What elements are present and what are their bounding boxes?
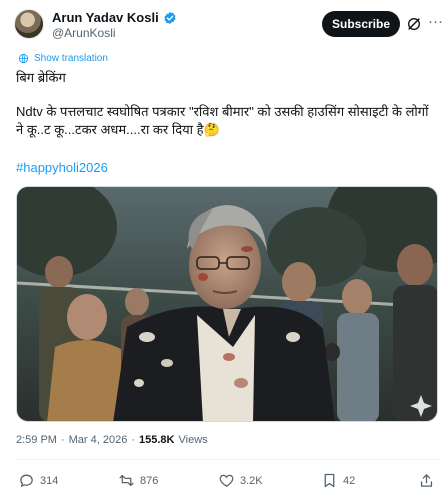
author-name-row: Arun Yadav Kosli	[52, 10, 177, 25]
share-button[interactable]	[418, 472, 435, 489]
subscribe-button[interactable]: Subscribe	[322, 11, 400, 37]
action-bar: 314 876 3.2K 42	[16, 472, 438, 494]
bookmark-count: 42	[343, 474, 356, 487]
author-handle[interactable]: @ArunKosli	[52, 26, 116, 40]
reply-icon	[20, 474, 33, 487]
post-date[interactable]: Mar 4, 2026	[69, 434, 128, 446]
bookmark-button[interactable]: 42	[321, 472, 355, 489]
more-options-icon[interactable]: ···	[428, 13, 443, 30]
repost-count: 876	[140, 474, 159, 487]
verified-icon	[164, 11, 176, 24]
author-avatar[interactable]	[14, 9, 44, 39]
views-label: Views	[178, 434, 208, 446]
post-hashtag[interactable]: #happyholi2026	[16, 159, 108, 177]
post-meta: 2:59 PM · Mar 4, 2026 · 155.8K Views	[16, 434, 208, 446]
post-header: Arun Yadav Kosli @ArunKosli Subscribe ··…	[14, 9, 443, 41]
meta-separator: ·	[131, 434, 136, 446]
post-image[interactable]	[16, 186, 438, 422]
repost-icon	[119, 474, 134, 487]
show-translation-label: Show translation	[34, 53, 108, 64]
like-count: 3.2K	[240, 474, 263, 487]
show-translation-link[interactable]: Show translation	[18, 53, 108, 64]
grok-icon[interactable]	[406, 16, 422, 32]
share-icon	[420, 474, 433, 487]
post-title: बिग ब्रेकिंग	[16, 70, 66, 85]
translate-globe-icon	[18, 53, 29, 64]
bookmark-icon	[324, 473, 335, 488]
repost-button[interactable]: 876	[118, 472, 158, 489]
post-time[interactable]: 2:59 PM	[16, 434, 57, 446]
reply-count: 314	[40, 474, 59, 487]
post-body: Ndtv के पत्तलचाट स्वघोषित पत्रकार "रविश …	[16, 104, 429, 137]
author-name[interactable]: Arun Yadav Kosli	[52, 10, 159, 25]
like-button[interactable]: 3.2K	[218, 472, 263, 489]
divider	[16, 459, 438, 460]
reply-button[interactable]: 314	[18, 472, 58, 489]
photo-illustration	[17, 187, 437, 421]
meta-separator: ·	[60, 434, 65, 446]
like-icon	[219, 474, 234, 487]
views-count: 155.8K	[139, 434, 175, 446]
